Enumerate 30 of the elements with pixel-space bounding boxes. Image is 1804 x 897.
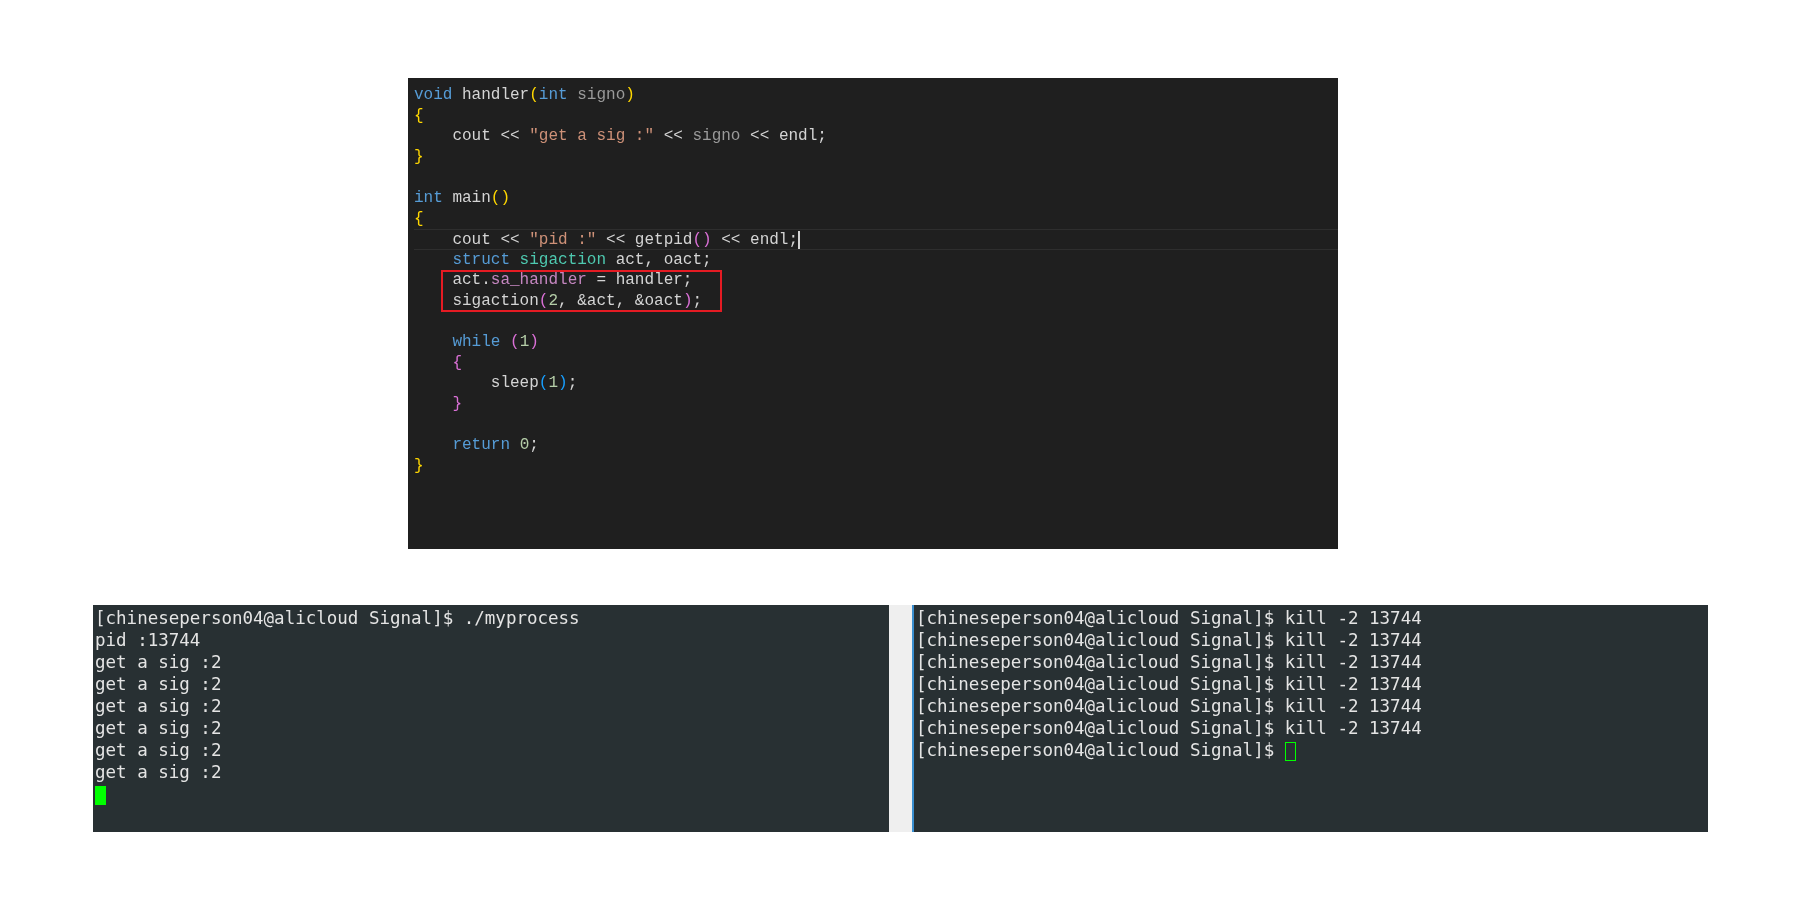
code-line: } (414, 146, 424, 168)
terminal-line: [chineseperson04@alicloud Signal]$ kill -2 13744 (916, 717, 1422, 739)
code-line: } (414, 455, 424, 477)
terminal-line: [chineseperson04@alicloud Signal]$ kill -2 13744 (916, 607, 1422, 629)
code-line: void handler(int signo) (414, 85, 635, 106)
code-line: while (1) (451, 332, 539, 353)
code-line: { (451, 352, 462, 374)
code-line: cout << "pid :" << getpid() << endl; (414, 229, 1338, 250)
code-line: int main() (414, 187, 511, 209)
terminal-line: [chineseperson04@alicloud Signal]$ kill -2 13744 (916, 629, 1422, 651)
code-line: return 0; (451, 435, 539, 456)
terminal-line: get a sig :2 (95, 717, 222, 739)
terminal-line: [chineseperson04@alicloud Signal]$ (916, 739, 1296, 761)
text-caret (798, 230, 801, 249)
terminal-line: get a sig :2 (95, 761, 222, 783)
terminal-line: get a sig :2 (95, 673, 222, 695)
code-line: sleep(1); (489, 373, 578, 394)
code-line: { (414, 105, 424, 127)
code-line: } (451, 393, 462, 415)
code-line: cout << "get a sig :" << signo << endl; (451, 126, 827, 147)
code-line: { (414, 208, 424, 230)
terminal-line: get a sig :2 (95, 651, 222, 673)
terminal-line: [chineseperson04@alicloud Signal]$ kill -2 13744 (916, 651, 1422, 673)
terminal-line: pid :13744 (95, 629, 201, 651)
terminal-line: [chineseperson04@alicloud Signal]$ kill -2 13744 (916, 673, 1422, 695)
terminal-line: get a sig :2 (95, 695, 222, 717)
terminal-line: get a sig :2 (95, 739, 222, 761)
terminal-line: [chineseperson04@alicloud Signal]$ ./myprocess (95, 607, 580, 629)
code-line: struct sigaction act, oact; (451, 249, 712, 271)
terminal-line: [chineseperson04@alicloud Signal]$ kill -2 13744 (916, 695, 1422, 717)
